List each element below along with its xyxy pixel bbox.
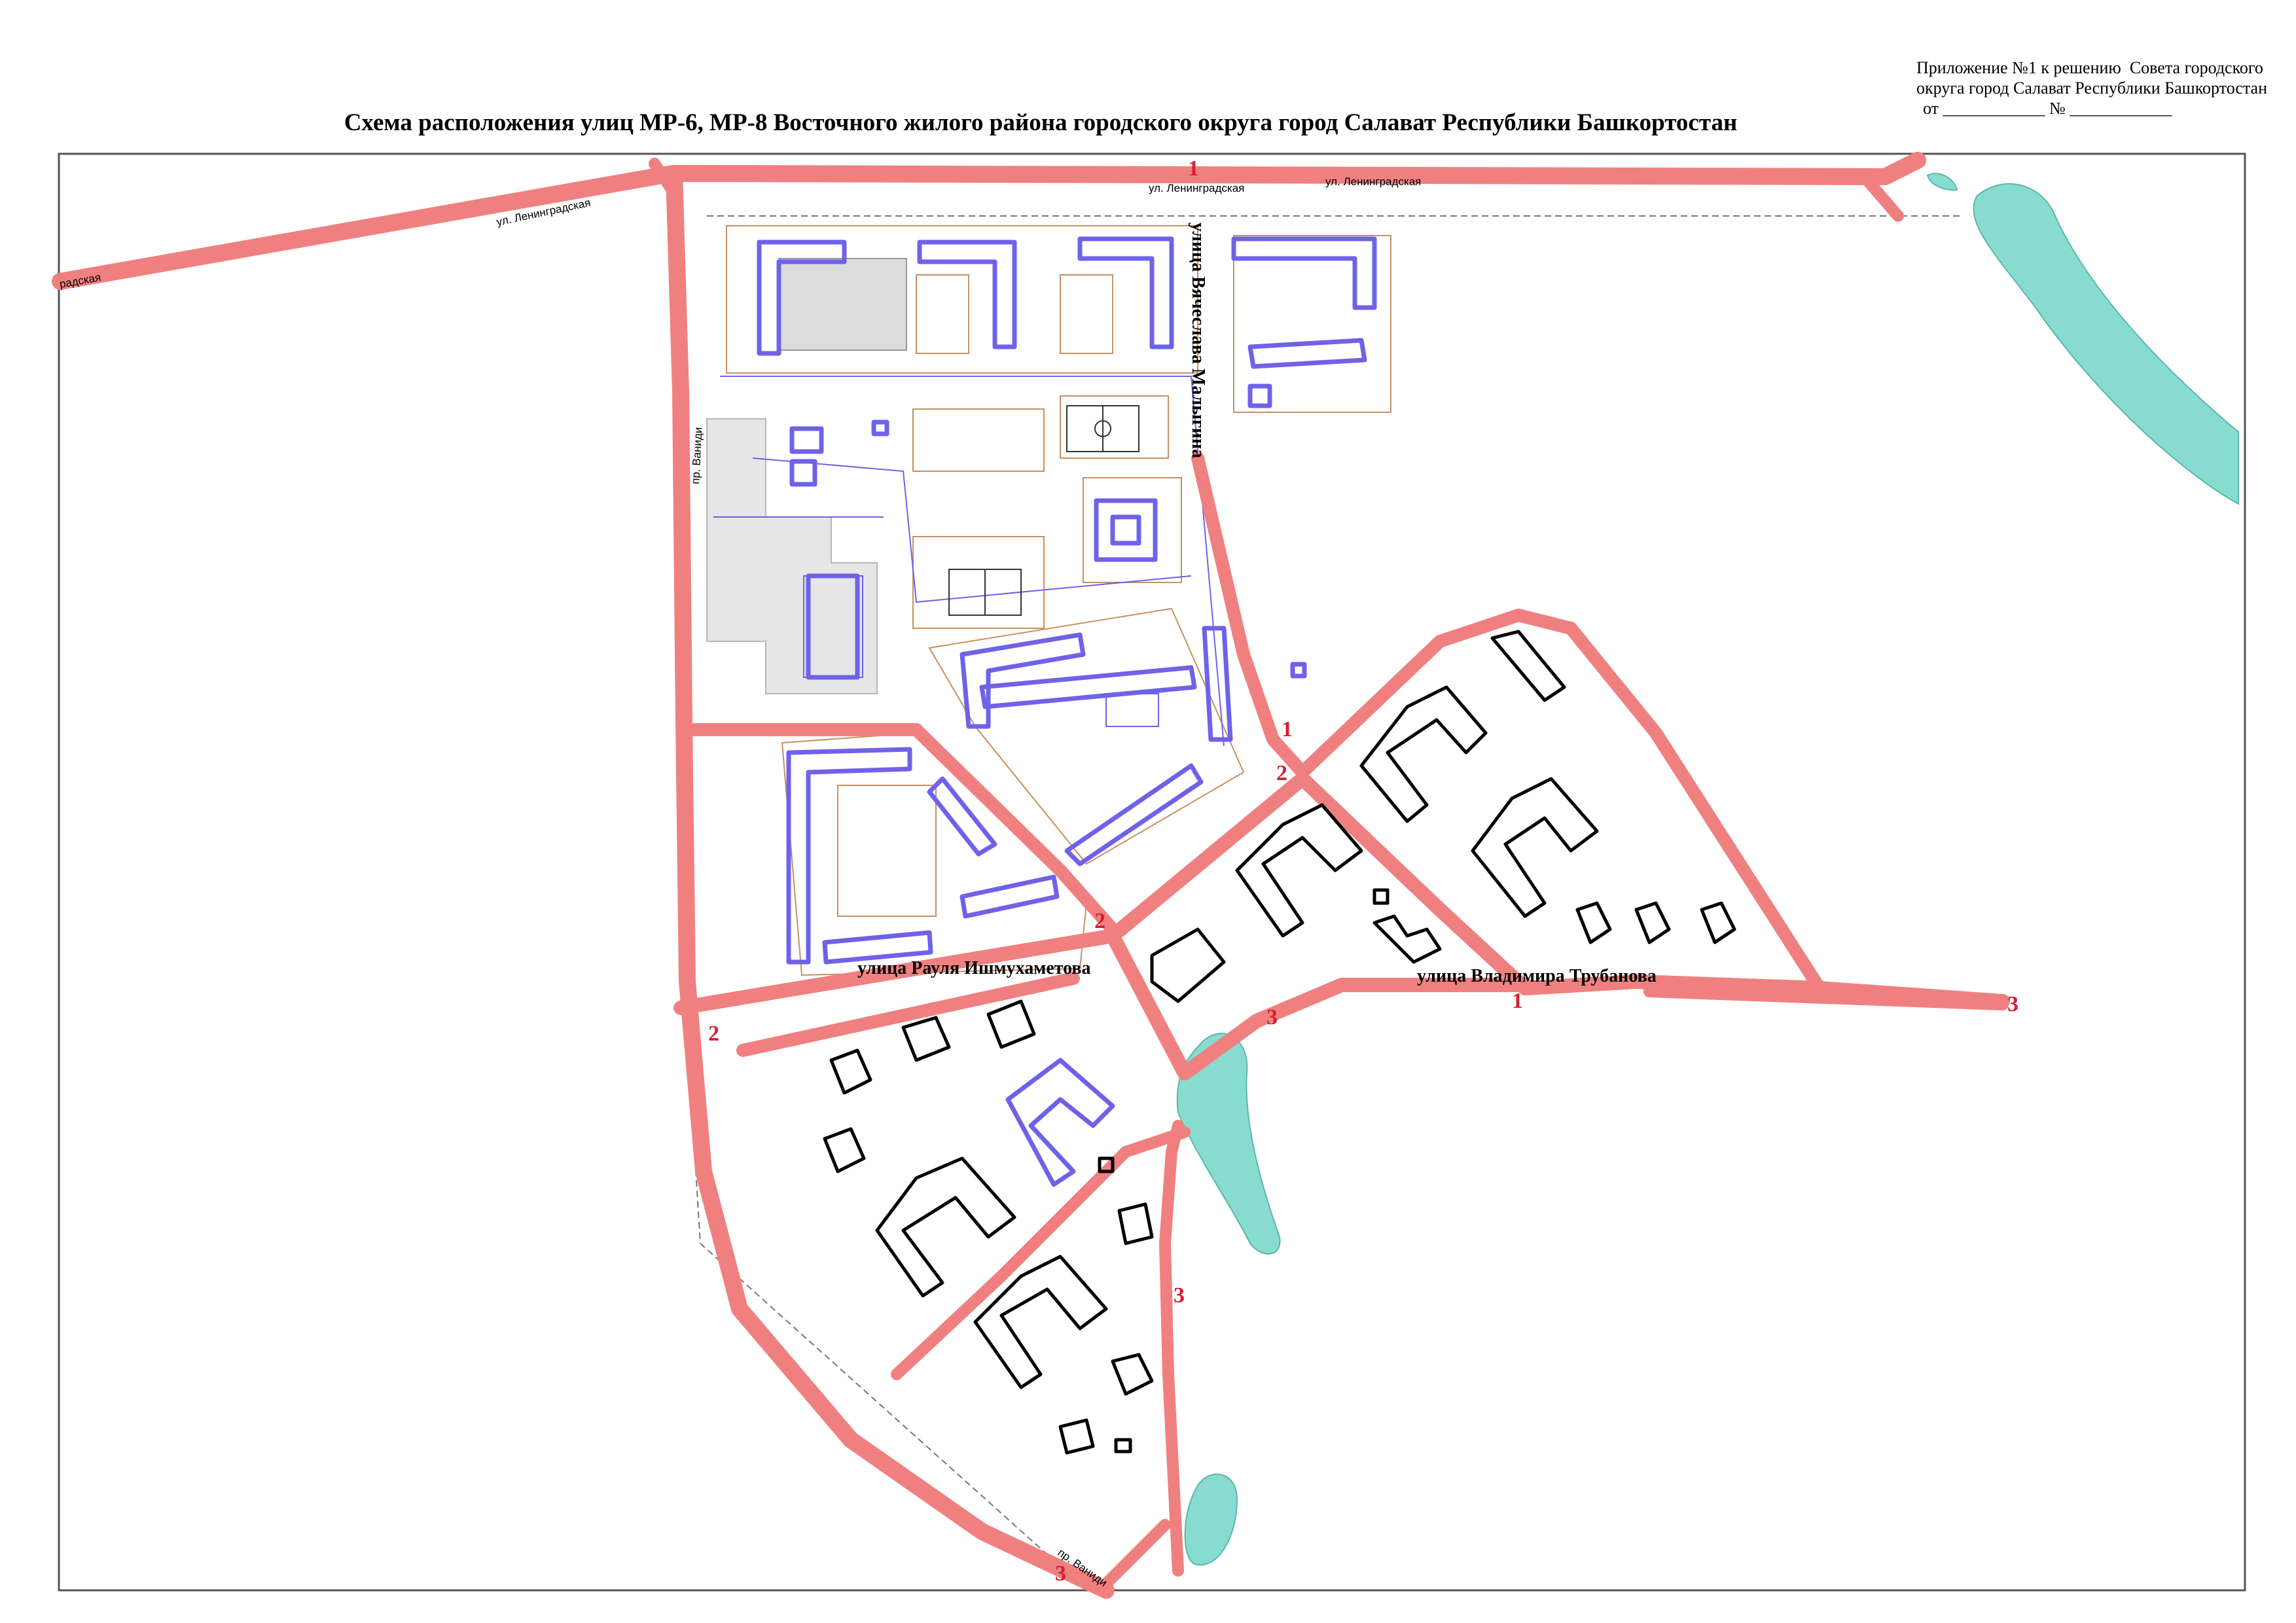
lake-northeast bbox=[1973, 183, 2239, 505]
road-east-loop bbox=[1296, 609, 1826, 995]
route-number-south-curve: 3 bbox=[1266, 1005, 1278, 1029]
route-number-east-end: 3 bbox=[2007, 992, 2018, 1016]
road-south-curve bbox=[1105, 929, 1532, 1080]
route-number-top: 1 bbox=[1188, 156, 1199, 181]
route-number-vanidi-mid: 2 bbox=[708, 1022, 719, 1046]
map-frame bbox=[58, 152, 2246, 1592]
label-vanidi-top: пр. Ваниди bbox=[689, 427, 705, 484]
road-junction-2 bbox=[910, 723, 1119, 936]
street-layout-map: радская ул. Ленинградская ул. Ленинградс… bbox=[52, 152, 2246, 1599]
route-number-trubanova: 1 bbox=[1512, 989, 1523, 1013]
label-malygina: улица Вячеслава Малыгина bbox=[1188, 223, 1208, 458]
pond-northeast-small bbox=[1926, 173, 1958, 191]
planning-lines bbox=[680, 196, 1964, 1584]
site-area-north bbox=[778, 258, 907, 351]
planned-buildings bbox=[757, 236, 1377, 1187]
pond-south bbox=[1184, 1473, 1238, 1566]
route-number-ishmukhametova-mid: 2 bbox=[1094, 909, 1105, 933]
route-number-south-road: 3 bbox=[1174, 1283, 1185, 1308]
label-ishmukhametova: улица Рауля Ишмухаметова bbox=[857, 958, 1091, 978]
label-trubanova: улица Владимира Трубанова bbox=[1417, 966, 1657, 986]
route-number-malygina-end: 1 bbox=[1282, 717, 1293, 741]
route-number-junction: 2 bbox=[1276, 761, 1287, 785]
route-number-bottom: 3 bbox=[1055, 1561, 1066, 1586]
road-south-spur bbox=[1159, 1120, 1184, 1577]
road-network bbox=[52, 152, 2010, 1599]
label-leningradskaya-right: ул. Ленинградская bbox=[1325, 175, 1421, 188]
label-leningradskaya-mid: ул. Ленинградская bbox=[1149, 182, 1244, 194]
